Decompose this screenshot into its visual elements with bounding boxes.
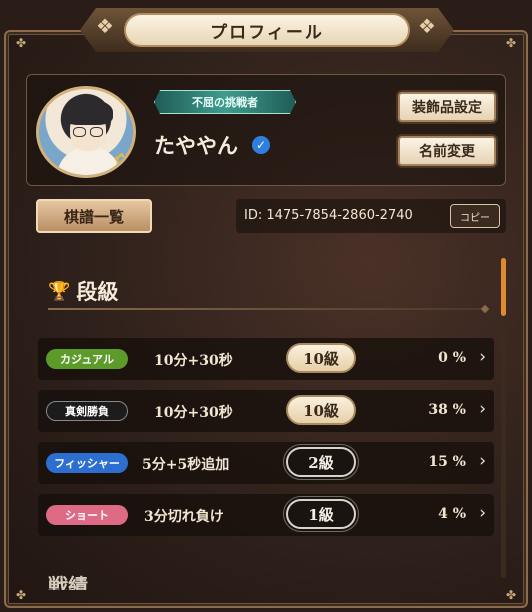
progress-percent: 38 % bbox=[428, 402, 466, 418]
username: たややん bbox=[154, 133, 238, 158]
trophy-icon: 🏆 bbox=[48, 280, 71, 302]
chevron-right-icon: › bbox=[479, 347, 486, 367]
progress-percent: 0 % bbox=[438, 350, 466, 366]
progress-percent: 4 % bbox=[438, 506, 466, 522]
time-control: 10分+30秒 bbox=[154, 405, 233, 421]
check-badge-icon: ✓ bbox=[252, 136, 270, 154]
corner-ornament-icon: ✤ bbox=[505, 588, 517, 602]
rank-row-short[interactable]: ショート 3分切れ負け 1級 4 % › bbox=[38, 494, 494, 536]
corner-ornament-icon: ✤ bbox=[15, 36, 27, 50]
time-control: 10分+30秒 bbox=[154, 353, 233, 369]
rank-badge: 2級 bbox=[283, 444, 359, 480]
copy-id-button[interactable]: コピー bbox=[450, 204, 500, 228]
rename-button[interactable]: 名前変更 bbox=[398, 136, 496, 166]
rank-row-fischer[interactable]: フィッシャー 5分+5秒追加 2級 15 % › bbox=[38, 442, 494, 484]
chevron-right-icon: › bbox=[479, 503, 486, 523]
player-title-badge: 不屈の挑戦者 bbox=[154, 90, 296, 114]
chevron-right-icon: › bbox=[479, 451, 486, 471]
avatar[interactable]: ✿ bbox=[36, 86, 136, 178]
rank-badge: 10級 bbox=[286, 395, 356, 425]
scrollbar-thumb[interactable] bbox=[501, 258, 506, 316]
rank-row-serious[interactable]: 真剣勝負 10分+30秒 10級 38 % › bbox=[38, 390, 494, 432]
record-section-title: 戦績 bbox=[48, 574, 88, 590]
mode-pill: カジュアル bbox=[46, 349, 128, 369]
time-control: 5分+5秒追加 bbox=[142, 457, 230, 473]
ornament-icon: ❖ bbox=[418, 14, 436, 38]
corner-ornament-icon: ✤ bbox=[15, 588, 27, 602]
mode-pill: ショート bbox=[46, 505, 128, 525]
time-control: 3分切れ負け bbox=[144, 509, 224, 525]
ornament-icon: ❖ bbox=[96, 14, 114, 38]
rank-section-header: 🏆 段級 bbox=[48, 276, 118, 306]
rank-row-casual[interactable]: カジュアル 10分+30秒 10級 0 % › bbox=[38, 338, 494, 380]
mode-pill: 真剣勝負 bbox=[46, 401, 128, 421]
progress-percent: 15 % bbox=[428, 454, 466, 470]
flower-icon: ✿ bbox=[113, 150, 129, 171]
rank-badge: 1級 bbox=[283, 496, 359, 532]
divider bbox=[48, 304, 490, 314]
page-title: プロフィール bbox=[124, 13, 410, 47]
decoration-settings-button[interactable]: 装飾品設定 bbox=[398, 92, 496, 122]
kifu-list-button[interactable]: 棋譜一覧 bbox=[36, 199, 152, 233]
player-id: ID: 1475-7854-2860-2740 bbox=[244, 208, 413, 223]
section-title: 段級 bbox=[76, 279, 119, 304]
corner-ornament-icon: ✤ bbox=[505, 36, 517, 50]
rank-badge: 10級 bbox=[286, 343, 356, 373]
chevron-right-icon: › bbox=[479, 399, 486, 419]
mode-pill: フィッシャー bbox=[46, 453, 128, 473]
